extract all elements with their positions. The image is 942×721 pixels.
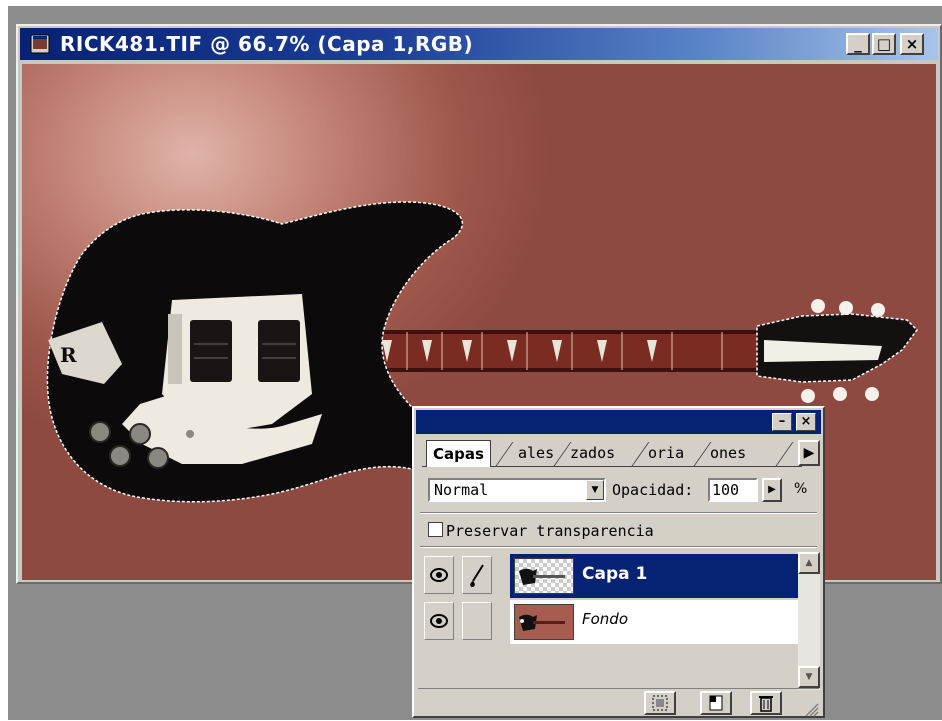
panel-tabs: Capas ales zados oria ones: [422, 440, 802, 467]
tab-historia[interactable]: oria: [648, 440, 684, 466]
svg-text:R: R: [60, 343, 77, 367]
layer-thumbnail: [514, 558, 574, 594]
layer-thumbnail: [514, 604, 574, 640]
panel-minimize-button[interactable]: –: [772, 413, 792, 431]
layer-row-fondo[interactable]: Fondo: [420, 600, 798, 644]
eye-icon[interactable]: [424, 556, 454, 594]
blend-mode-select[interactable]: Normal ▼: [428, 478, 606, 502]
tab-acciones[interactable]: ones: [710, 440, 746, 466]
blend-mode-value: Normal: [434, 481, 489, 499]
scroll-up-button[interactable]: ▲: [798, 552, 820, 574]
layer-row-capa-1[interactable]: Capa 1: [420, 554, 798, 598]
preserve-transparency-label: Preservar transparencia: [446, 522, 654, 540]
divider: [420, 546, 817, 548]
panel-close-button[interactable]: ×: [796, 413, 816, 431]
layers-scrollbar[interactable]: ▲ ▼: [798, 552, 820, 690]
tab-separator: [775, 442, 794, 466]
eye-icon[interactable]: [424, 602, 454, 640]
panel-titlebar[interactable]: – ×: [416, 410, 821, 434]
trash-icon[interactable]: [750, 691, 782, 715]
close-button[interactable]: ×: [900, 33, 924, 55]
new-layer-icon[interactable]: [700, 691, 732, 715]
resize-grip-icon[interactable]: [801, 699, 819, 717]
scroll-down-button[interactable]: ▼: [798, 666, 820, 688]
percent-sign: %: [794, 481, 808, 497]
layer-name: Fondo: [582, 610, 629, 628]
empty-link-cell[interactable]: [462, 602, 492, 640]
chevron-down-icon[interactable]: ▼: [586, 480, 604, 500]
layer-fondo[interactable]: Fondo: [510, 600, 798, 644]
document-icon: [30, 34, 50, 54]
tab-separator: [631, 442, 650, 466]
panel-menu-button[interactable]: ▶: [798, 440, 820, 466]
preserve-transparency[interactable]: Preservar transparencia: [428, 522, 654, 540]
layers-list: Capa 1 Fondo: [420, 552, 798, 682]
layer-name: Capa 1: [582, 564, 648, 584]
opacity-slider-button[interactable]: ▶: [762, 478, 782, 502]
selection-mask-icon[interactable]: [644, 691, 676, 715]
brush-icon[interactable]: [462, 556, 492, 594]
divider: [420, 512, 817, 514]
tab-separator: [693, 442, 712, 466]
tab-capas[interactable]: Capas: [426, 440, 491, 467]
minimize-button[interactable]: _: [846, 33, 870, 55]
document-title: RICK481.TIF @ 66.7% (Capa 1,RGB): [60, 32, 474, 56]
panel-bottom-bar: [418, 688, 819, 717]
tab-separator: [553, 442, 572, 466]
preserve-transparency-checkbox[interactable]: [428, 522, 443, 537]
tab-separator: [495, 442, 514, 466]
tab-trazados[interactable]: zados: [570, 440, 615, 466]
maximize-button[interactable]: □: [872, 33, 896, 55]
layers-panel: – × Capas ales zados oria ones ▶ Normal …: [412, 406, 825, 718]
document-titlebar[interactable]: RICK481.TIF @ 66.7% (Capa 1,RGB) _ □ ×: [20, 28, 938, 60]
layer-capa-1[interactable]: Capa 1: [510, 554, 798, 598]
tab-canales[interactable]: ales: [518, 440, 554, 466]
opacity-label: Opacidad:: [612, 481, 694, 499]
opacity-input[interactable]: 100: [708, 478, 758, 502]
